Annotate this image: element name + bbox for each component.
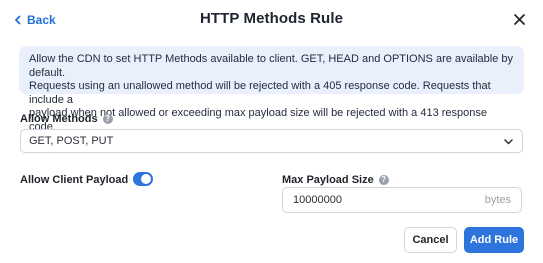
max-payload-size-input[interactable]: 10000000 bytes <box>282 187 522 213</box>
chevron-down-icon <box>504 139 513 145</box>
page-title: HTTP Methods Rule <box>199 10 344 27</box>
max-payload-size-unit: bytes <box>484 194 511 206</box>
allow-methods-select[interactable]: GET, POST, PUT <box>20 129 523 153</box>
toggle-knob <box>141 174 151 184</box>
info-banner: Allow the CDN to set HTTP Methods availa… <box>19 46 524 133</box>
cancel-button[interactable]: Cancel <box>404 227 457 253</box>
max-payload-size-value: 10000000 <box>293 194 342 206</box>
info-line-1: Allow the CDN to set HTTP Methods availa… <box>29 53 513 79</box>
allow-client-payload-label: Allow Client Payload <box>20 174 129 186</box>
allow-methods-label-row: Allow Methods ? <box>20 113 113 125</box>
max-payload-size-label-row: Max Payload Size ? <box>282 174 389 186</box>
close-button[interactable] <box>510 10 528 28</box>
allow-methods-value: GET, POST, PUT <box>29 135 114 147</box>
allow-client-payload-label-row: Allow Client Payload ? <box>20 174 144 186</box>
help-icon[interactable]: ? <box>378 175 389 185</box>
close-icon <box>513 13 525 25</box>
help-icon[interactable]: ? <box>102 114 113 124</box>
allow-methods-label: Allow Methods <box>20 113 98 125</box>
max-payload-size-label: Max Payload Size <box>282 174 374 186</box>
add-rule-button[interactable]: Add Rule <box>464 227 524 253</box>
allow-client-payload-toggle[interactable] <box>133 172 153 186</box>
info-line-2: Requests using an unallowed method will … <box>29 80 491 106</box>
